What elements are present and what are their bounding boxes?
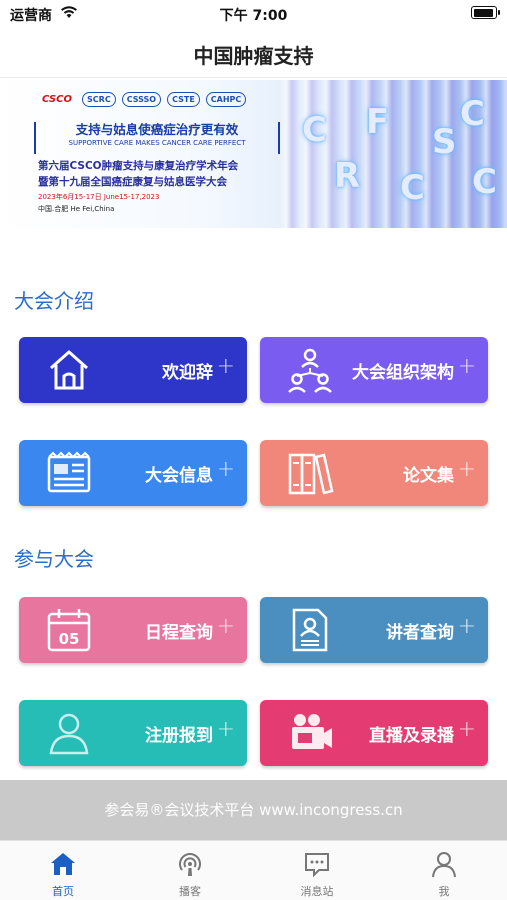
- books-icon: [288, 453, 334, 495]
- section-title-participate: 参与大会: [14, 547, 94, 571]
- banner-letter: C: [460, 94, 485, 134]
- message-icon: [305, 853, 329, 878]
- tab-label: 消息站: [300, 885, 334, 898]
- tab-bar: 首页 播客 消息站 我: [0, 840, 507, 900]
- organization-tile[interactable]: 大会组织架构 +: [260, 337, 488, 403]
- home-icon: [50, 350, 88, 390]
- banner-conference-title-1: 第六届CSCO肿瘤支持与康复治疗学术年会: [38, 160, 239, 172]
- battery-icon: [471, 6, 500, 19]
- banner-slogan: 支持与姑息使癌症治疗更有效: [75, 122, 239, 137]
- logo-scrc: SCRC: [82, 92, 116, 107]
- proceedings-tile[interactable]: 论文集 +: [260, 440, 488, 506]
- banner-slogan-box: 支持与姑息使癌症治疗更有效 SUPPORTIVE CARE MAKES CANC…: [34, 122, 280, 154]
- tile-label: 讲者查询: [386, 623, 454, 643]
- plus-icon: +: [457, 717, 476, 742]
- plus-icon: +: [216, 354, 235, 379]
- org-chart-icon: [288, 348, 332, 393]
- sponsor-logos: CSCO SCRC CSSSO CSTE CAHPC: [38, 92, 247, 107]
- plus-icon: +: [216, 457, 235, 482]
- platform-footer: 参会易®会议技术平台 www.incongress.cn: [0, 780, 507, 840]
- user-icon: [432, 852, 456, 878]
- logo-csco: CSCO: [42, 94, 73, 105]
- plus-icon: +: [457, 354, 476, 379]
- speaker-search-tile[interactable]: 讲者查询 +: [260, 597, 488, 663]
- plus-icon: +: [216, 717, 235, 742]
- tab-home[interactable]: 首页: [0, 841, 126, 900]
- logo-cste: CSTE: [167, 92, 200, 107]
- tab-label: 首页: [52, 885, 74, 898]
- banner-conference-title-2: 暨第十九届全国癌症康复与姑息医学大会: [38, 176, 227, 188]
- news-icon: [47, 451, 91, 493]
- tab-me[interactable]: 我: [381, 841, 507, 900]
- banner-letter: R: [334, 156, 361, 196]
- podcast-icon: [179, 853, 201, 876]
- welcome-tile[interactable]: 欢迎辞 +: [19, 337, 247, 403]
- tile-label: 大会信息: [145, 466, 213, 486]
- tile-label: 欢迎辞: [162, 363, 213, 383]
- schedule-tile[interactable]: 05 日程查询 +: [19, 597, 247, 663]
- live-replay-tile[interactable]: 直播及录播 +: [260, 700, 488, 766]
- tile-label: 大会组织架构: [352, 363, 454, 383]
- page-title: 中国肿瘤支持: [193, 44, 314, 68]
- banner-letter: C: [400, 168, 425, 208]
- banner-place: 中国.合肥 He Fei,China: [38, 205, 115, 213]
- logo-cahpc: CAHPC: [205, 92, 247, 107]
- registration-tile[interactable]: 注册报到 +: [19, 700, 247, 766]
- tab-label: 我: [438, 885, 450, 898]
- banner-letter: F: [366, 102, 390, 142]
- person-icon: [49, 713, 89, 755]
- section-title-intro: 大会介绍: [14, 289, 94, 313]
- tab-label: 播客: [179, 885, 201, 898]
- banner-letter: C: [472, 162, 497, 202]
- tile-label: 日程查询: [145, 623, 213, 643]
- speaker-card-icon: [292, 608, 328, 652]
- banner-letter: C: [302, 110, 327, 150]
- tab-messages[interactable]: 消息站: [254, 841, 380, 900]
- status-bar: 运营商 下午 7:00: [0, 0, 507, 28]
- conference-banner[interactable]: CSCO SCRC CSSSO CSTE CAHPC 支持与姑息使癌症治疗更有效…: [0, 80, 507, 228]
- tile-label: 论文集: [403, 466, 454, 486]
- conference-info-tile[interactable]: 大会信息 +: [19, 440, 247, 506]
- camera-icon: [292, 714, 332, 749]
- clock: 下午 7:00: [219, 8, 288, 24]
- plus-icon: +: [457, 457, 476, 482]
- tab-podcast[interactable]: 播客: [127, 841, 253, 900]
- plus-icon: +: [457, 614, 476, 639]
- home-icon: [51, 853, 75, 875]
- plus-icon: +: [216, 614, 235, 639]
- tile-label: 直播及录播: [369, 726, 454, 746]
- nav-bar: 中国肿瘤支持: [0, 28, 507, 78]
- logo-csssO: CSSSO: [121, 92, 162, 107]
- banner-letter: S: [432, 122, 457, 162]
- banner-slogan-en: SUPPORTIVE CARE MAKES CANCER CARE PERFEC…: [68, 139, 246, 147]
- calendar-icon: 05: [47, 609, 91, 652]
- calendar-day: 05: [59, 630, 80, 648]
- tile-label: 注册报到: [145, 726, 213, 746]
- banner-date: 2023年6月15-17日 June15-17,2023: [38, 193, 160, 201]
